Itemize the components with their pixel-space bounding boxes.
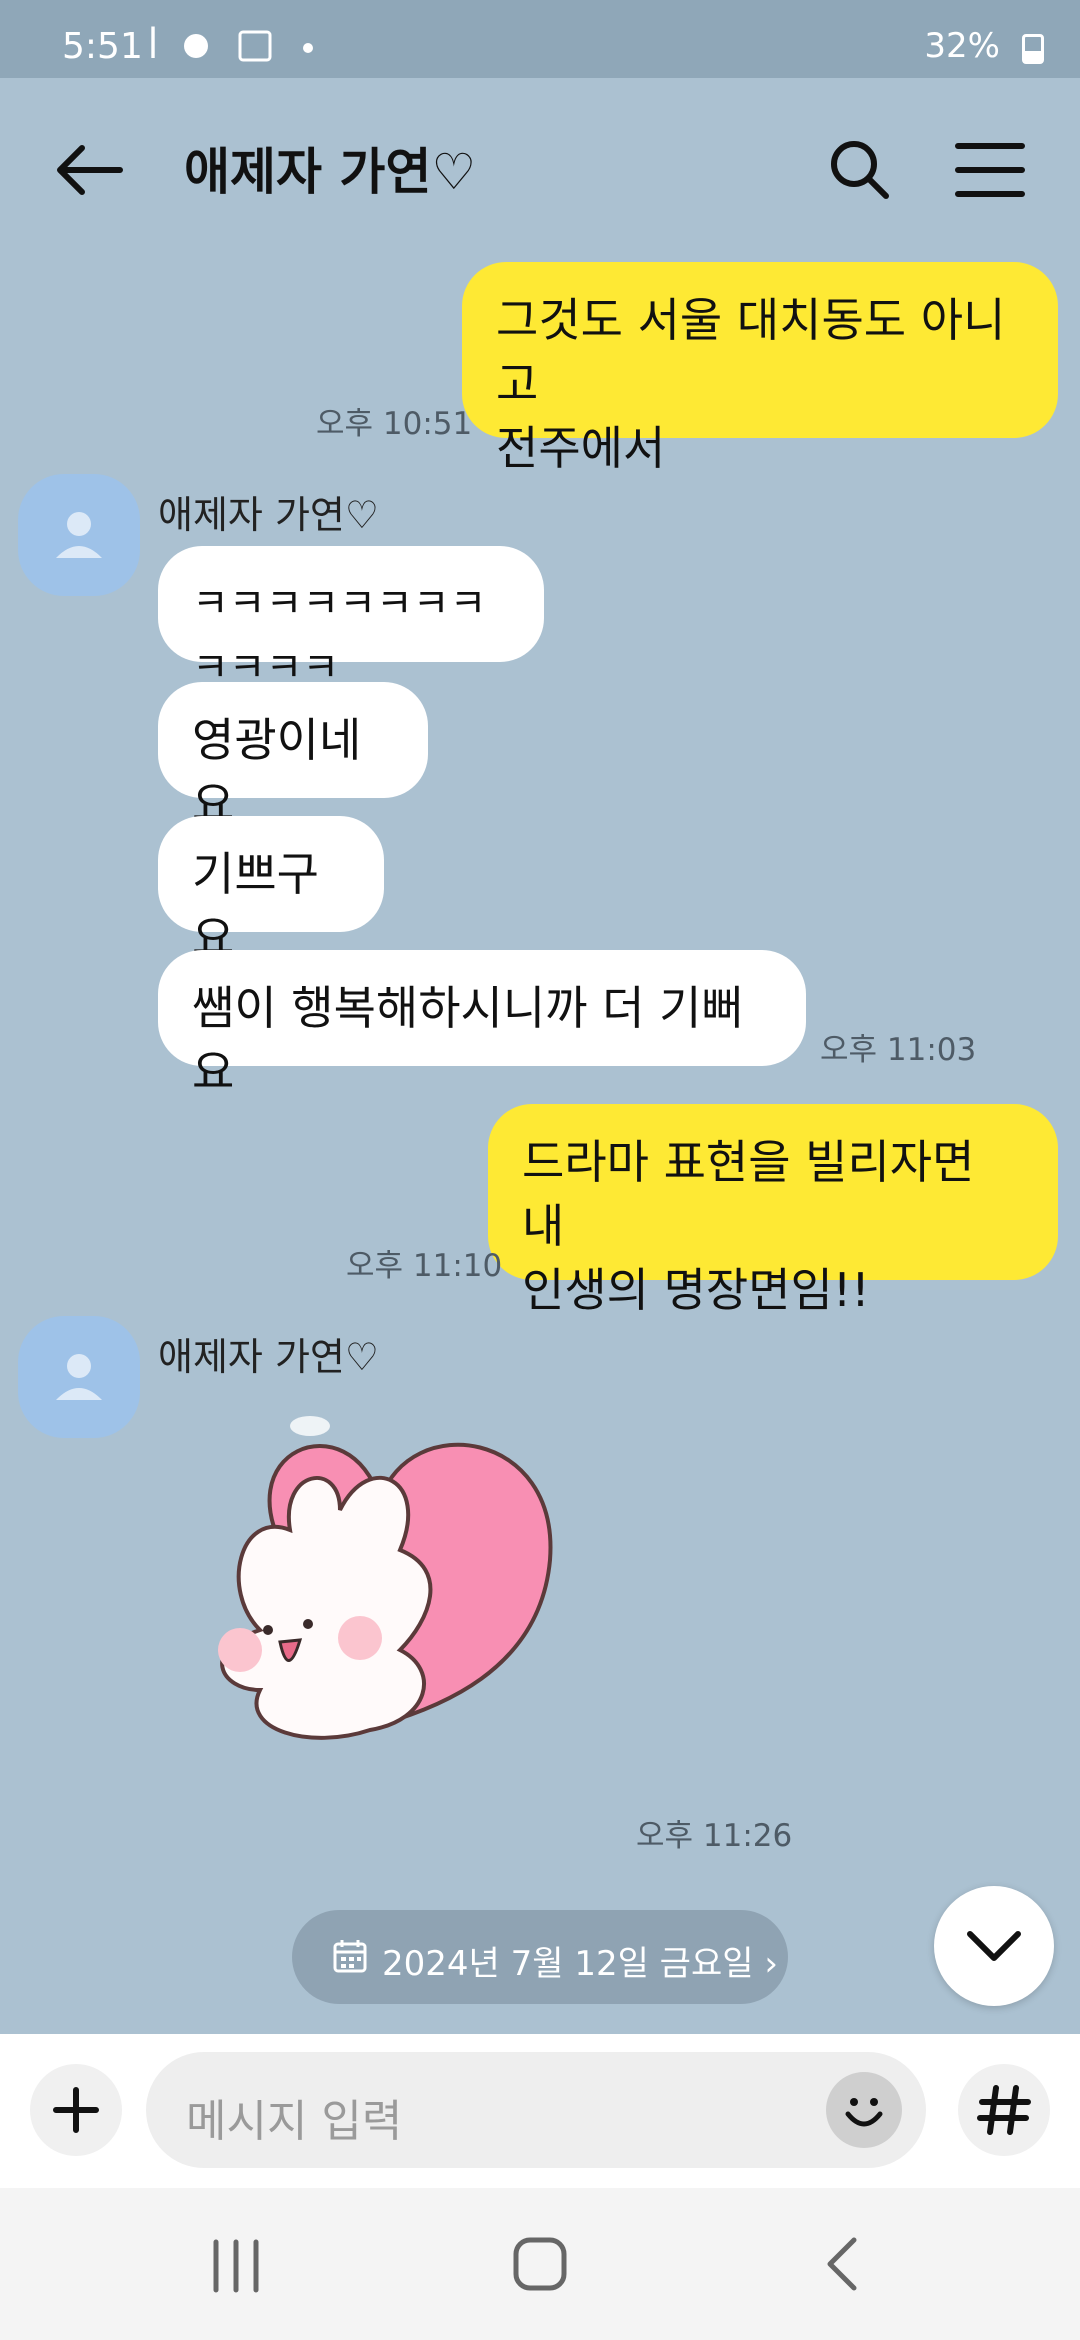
nav-home-icon[interactable]: [510, 2234, 570, 2294]
message-time: 오후 11:03: [820, 1032, 977, 1068]
search-icon[interactable]: [820, 130, 900, 210]
battery-icon: [1022, 34, 1044, 64]
avatar[interactable]: [18, 474, 140, 596]
hash-button[interactable]: [958, 2064, 1050, 2156]
message-bubble-incoming[interactable]: 영광이네요: [158, 682, 428, 831]
message-bubble-incoming[interactable]: 쌤이 행복해하시니까 더 기뻐요: [158, 950, 806, 1099]
avatar[interactable]: [18, 1316, 140, 1438]
back-arrow-icon[interactable]: [50, 130, 130, 210]
plus-icon: [53, 2087, 99, 2133]
message-bubble-incoming[interactable]: ㅋㅋㅋㅋㅋㅋㅋㅋㅋㅋㅋㅋ: [158, 546, 544, 691]
chevron-down-icon: [967, 1931, 1021, 1961]
sender-name: 애제자 가연♡: [158, 1335, 379, 1379]
emoji-icon: [845, 2098, 883, 2127]
bunny-heart-sticker[interactable]: [180, 1390, 600, 1810]
scroll-down-button[interactable]: [934, 1886, 1054, 2006]
message-bubble-outgoing[interactable]: 드라마 표현을 빌리자면 내 인생의 명장면임!!: [488, 1104, 1058, 1317]
message-time: 오후 10:51: [316, 406, 473, 442]
message-input-placeholder[interactable]: 메시지 입력: [186, 2085, 402, 2149]
svg-text:ꟾ: ꟾ: [148, 26, 168, 66]
hash-icon: [977, 2085, 1031, 2135]
message-time: 오후 11:10: [346, 1248, 503, 1284]
date-pill-label: 2024년 7월 12일 금요일 ›: [382, 1944, 778, 1984]
status-time: 5:51: [62, 26, 143, 67]
attach-button[interactable]: [30, 2064, 122, 2156]
menu-icon[interactable]: [950, 130, 1030, 210]
person-icon: [56, 512, 102, 558]
nav-back-icon[interactable]: [818, 2234, 868, 2294]
person-icon: [56, 1354, 102, 1400]
sender-name: 애제자 가연♡: [158, 493, 379, 537]
message-time: 오후 11:26: [636, 1818, 793, 1854]
date-pill[interactable]: 2024년 7월 12일 금요일 ›: [292, 1910, 788, 2004]
navigation-bar: [0, 2188, 1080, 2340]
chat-title: 애제자 가연♡: [184, 143, 477, 201]
nav-recents-icon[interactable]: [206, 2238, 266, 2294]
message-bubble-outgoing[interactable]: 그것도 서울 대치동도 아니고 전주에서: [462, 262, 1058, 475]
status-notification-icons: ꟾ: [148, 26, 338, 75]
calendar-icon: [333, 1940, 367, 1973]
message-bubble-incoming[interactable]: 기쁘구요: [158, 816, 384, 965]
status-battery-text: 32%: [924, 26, 1000, 66]
emoji-button[interactable]: [826, 2072, 902, 2148]
